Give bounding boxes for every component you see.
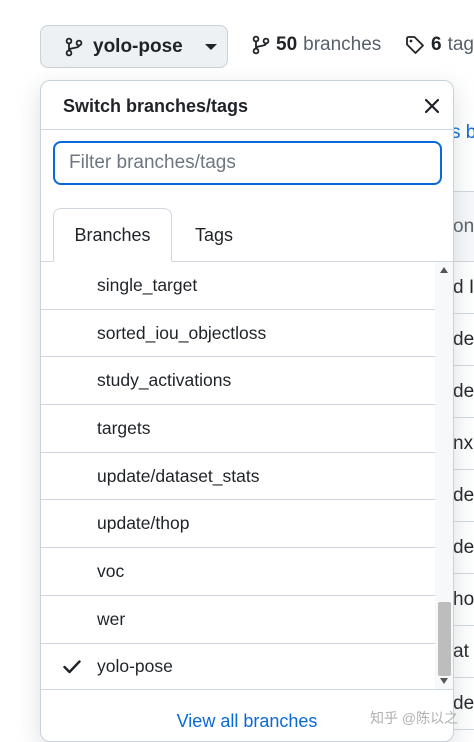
branch-switcher-dropdown: Switch branches/tags Branches Tags singl… xyxy=(40,80,454,742)
tab-bar: Branches Tags xyxy=(41,208,453,262)
branch-name: single_target xyxy=(97,274,198,295)
check-icon xyxy=(63,660,81,674)
tab-branches[interactable]: Branches xyxy=(53,208,172,262)
branch-item[interactable]: update/thop xyxy=(41,500,435,549)
branch-name: yolo-pose xyxy=(97,656,173,677)
tag-icon xyxy=(406,36,424,54)
branch-selector-button[interactable]: yolo-pose xyxy=(40,25,228,68)
branch-item-selected[interactable]: yolo-pose xyxy=(41,644,435,690)
branch-name: update/dataset_stats xyxy=(97,465,260,486)
branch-item[interactable]: targets xyxy=(41,405,435,453)
branch-name: sorted_iou_objectloss xyxy=(97,322,267,343)
background-link[interactable]: s b xyxy=(451,122,474,144)
current-branch-label: yolo-pose xyxy=(93,35,183,57)
branches-count-link[interactable]: 50 branches xyxy=(252,34,381,56)
branch-item[interactable]: sorted_iou_objectloss xyxy=(41,310,435,358)
tags-count: 6 xyxy=(431,34,442,55)
chevron-down-icon xyxy=(204,43,217,50)
branch-list: single_target sorted_iou_objectloss stud… xyxy=(41,262,435,689)
branch-name: targets xyxy=(97,417,151,438)
branch-item[interactable]: update/dataset_stats xyxy=(41,453,435,501)
branch-item[interactable]: wer xyxy=(41,596,435,644)
dropdown-title: Switch branches/tags xyxy=(63,96,249,116)
branch-name: voc xyxy=(97,560,125,581)
close-button[interactable] xyxy=(421,95,443,117)
branches-label: branches xyxy=(303,34,382,55)
divider xyxy=(41,689,453,690)
close-icon xyxy=(425,99,439,113)
scroll-down-arrow-icon[interactable] xyxy=(440,678,448,684)
filter-branches-input[interactable] xyxy=(53,141,442,185)
watermark: 知乎 @陈以之 xyxy=(370,710,459,726)
branches-count: 50 xyxy=(276,34,298,55)
tab-tags[interactable]: Tags xyxy=(179,208,249,262)
scroll-up-arrow-icon[interactable] xyxy=(440,267,448,273)
tags-label: tag xyxy=(447,34,474,55)
branch-name: study_activations xyxy=(97,370,232,391)
branch-item[interactable]: voc xyxy=(41,548,435,596)
git-branch-icon xyxy=(65,37,83,56)
scrollbar[interactable] xyxy=(435,262,453,689)
branch-name: update/thop xyxy=(97,513,190,534)
scrollbar-thumb[interactable] xyxy=(438,602,451,676)
branch-item[interactable]: single_target xyxy=(41,262,435,310)
divider xyxy=(41,129,453,130)
branch-item[interactable]: study_activations xyxy=(41,357,435,406)
branch-name: wer xyxy=(97,608,126,629)
git-branch-icon xyxy=(252,35,270,55)
tags-count-link[interactable]: 6 tag xyxy=(405,34,474,56)
